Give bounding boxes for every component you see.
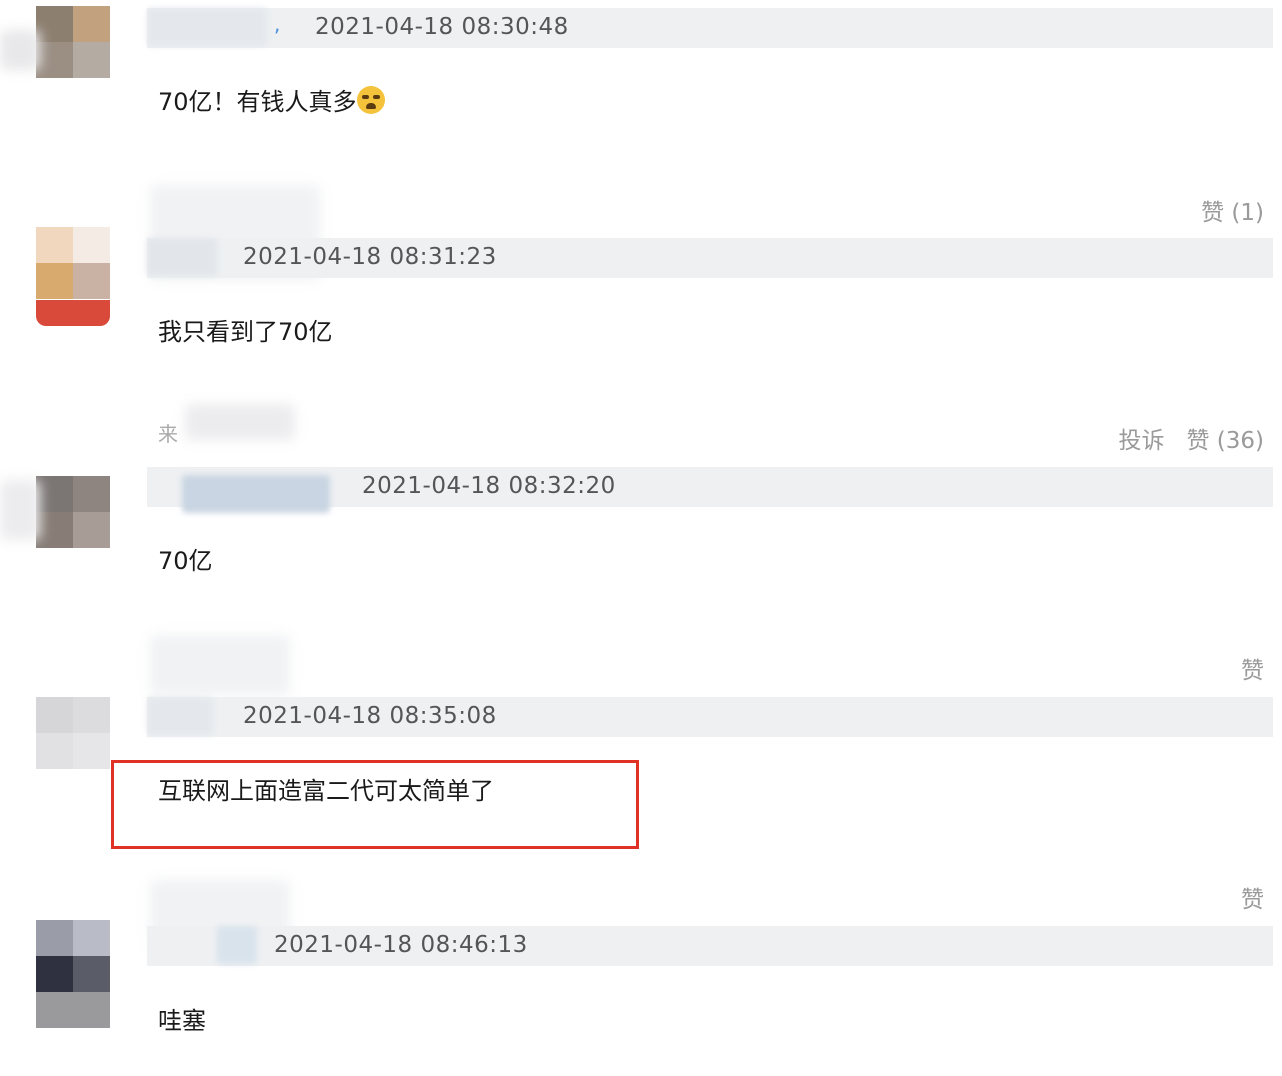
comment-text: 我只看到了70亿 [158, 318, 333, 346]
username-tail: , [274, 12, 281, 36]
timestamp: 2021-04-18 08:32:20 [362, 473, 616, 499]
comment-text: 70亿 [158, 547, 213, 575]
avatar[interactable] [36, 227, 110, 299]
comment-text-content: 70亿！有钱人真多 [158, 88, 357, 116]
comment-meta-bar: , 2021-04-18 08:30:48 [147, 8, 1273, 48]
like-button[interactable]: 赞 (36) [1186, 428, 1264, 454]
timestamp: 2021-04-18 08:35:08 [243, 703, 497, 729]
like-button[interactable]: 赞 [1241, 651, 1264, 685]
avatar[interactable] [36, 920, 110, 992]
username-blurred[interactable] [182, 475, 330, 513]
avatar-bottom [36, 992, 110, 1028]
comment-text: 哇塞 [158, 1007, 206, 1035]
source-blurred [185, 404, 295, 440]
username-blurred[interactable] [147, 697, 213, 735]
comment-actions: 投诉 赞 (36) [1119, 421, 1264, 455]
username-blurred[interactable] [217, 926, 257, 964]
comment-meta-bar: 2021-04-18 08:35:08 [147, 697, 1273, 737]
comment-meta-bar: 2021-04-18 08:31:23 [147, 238, 1273, 278]
blurred-region [150, 635, 290, 695]
avatar-bottom [36, 300, 110, 326]
like-button[interactable]: 赞 [1241, 880, 1264, 914]
avatar[interactable] [36, 6, 110, 78]
comment-meta-bar: 2021-04-18 08:46:13 [147, 926, 1273, 966]
avatar[interactable] [36, 697, 110, 769]
timestamp: 2021-04-18 08:30:48 [315, 14, 569, 40]
comment-text: 70亿！有钱人真多 [158, 82, 385, 117]
blurred-region [0, 30, 40, 70]
avatar[interactable] [36, 476, 110, 548]
source-fragment: 来 [158, 422, 178, 446]
report-button[interactable]: 投诉 [1119, 428, 1165, 454]
like-button[interactable]: 赞 (1) [1201, 193, 1264, 227]
highlight-box [111, 760, 639, 849]
blurred-region [0, 480, 40, 540]
username-blurred[interactable] [147, 238, 217, 276]
comment-meta-bar: 2021-04-18 08:32:20 [147, 467, 1273, 513]
username-blurred[interactable] [147, 8, 267, 46]
timestamp: 2021-04-18 08:46:13 [274, 932, 528, 958]
timestamp: 2021-04-18 08:31:23 [243, 244, 497, 270]
crying-emoji-icon [356, 86, 385, 114]
